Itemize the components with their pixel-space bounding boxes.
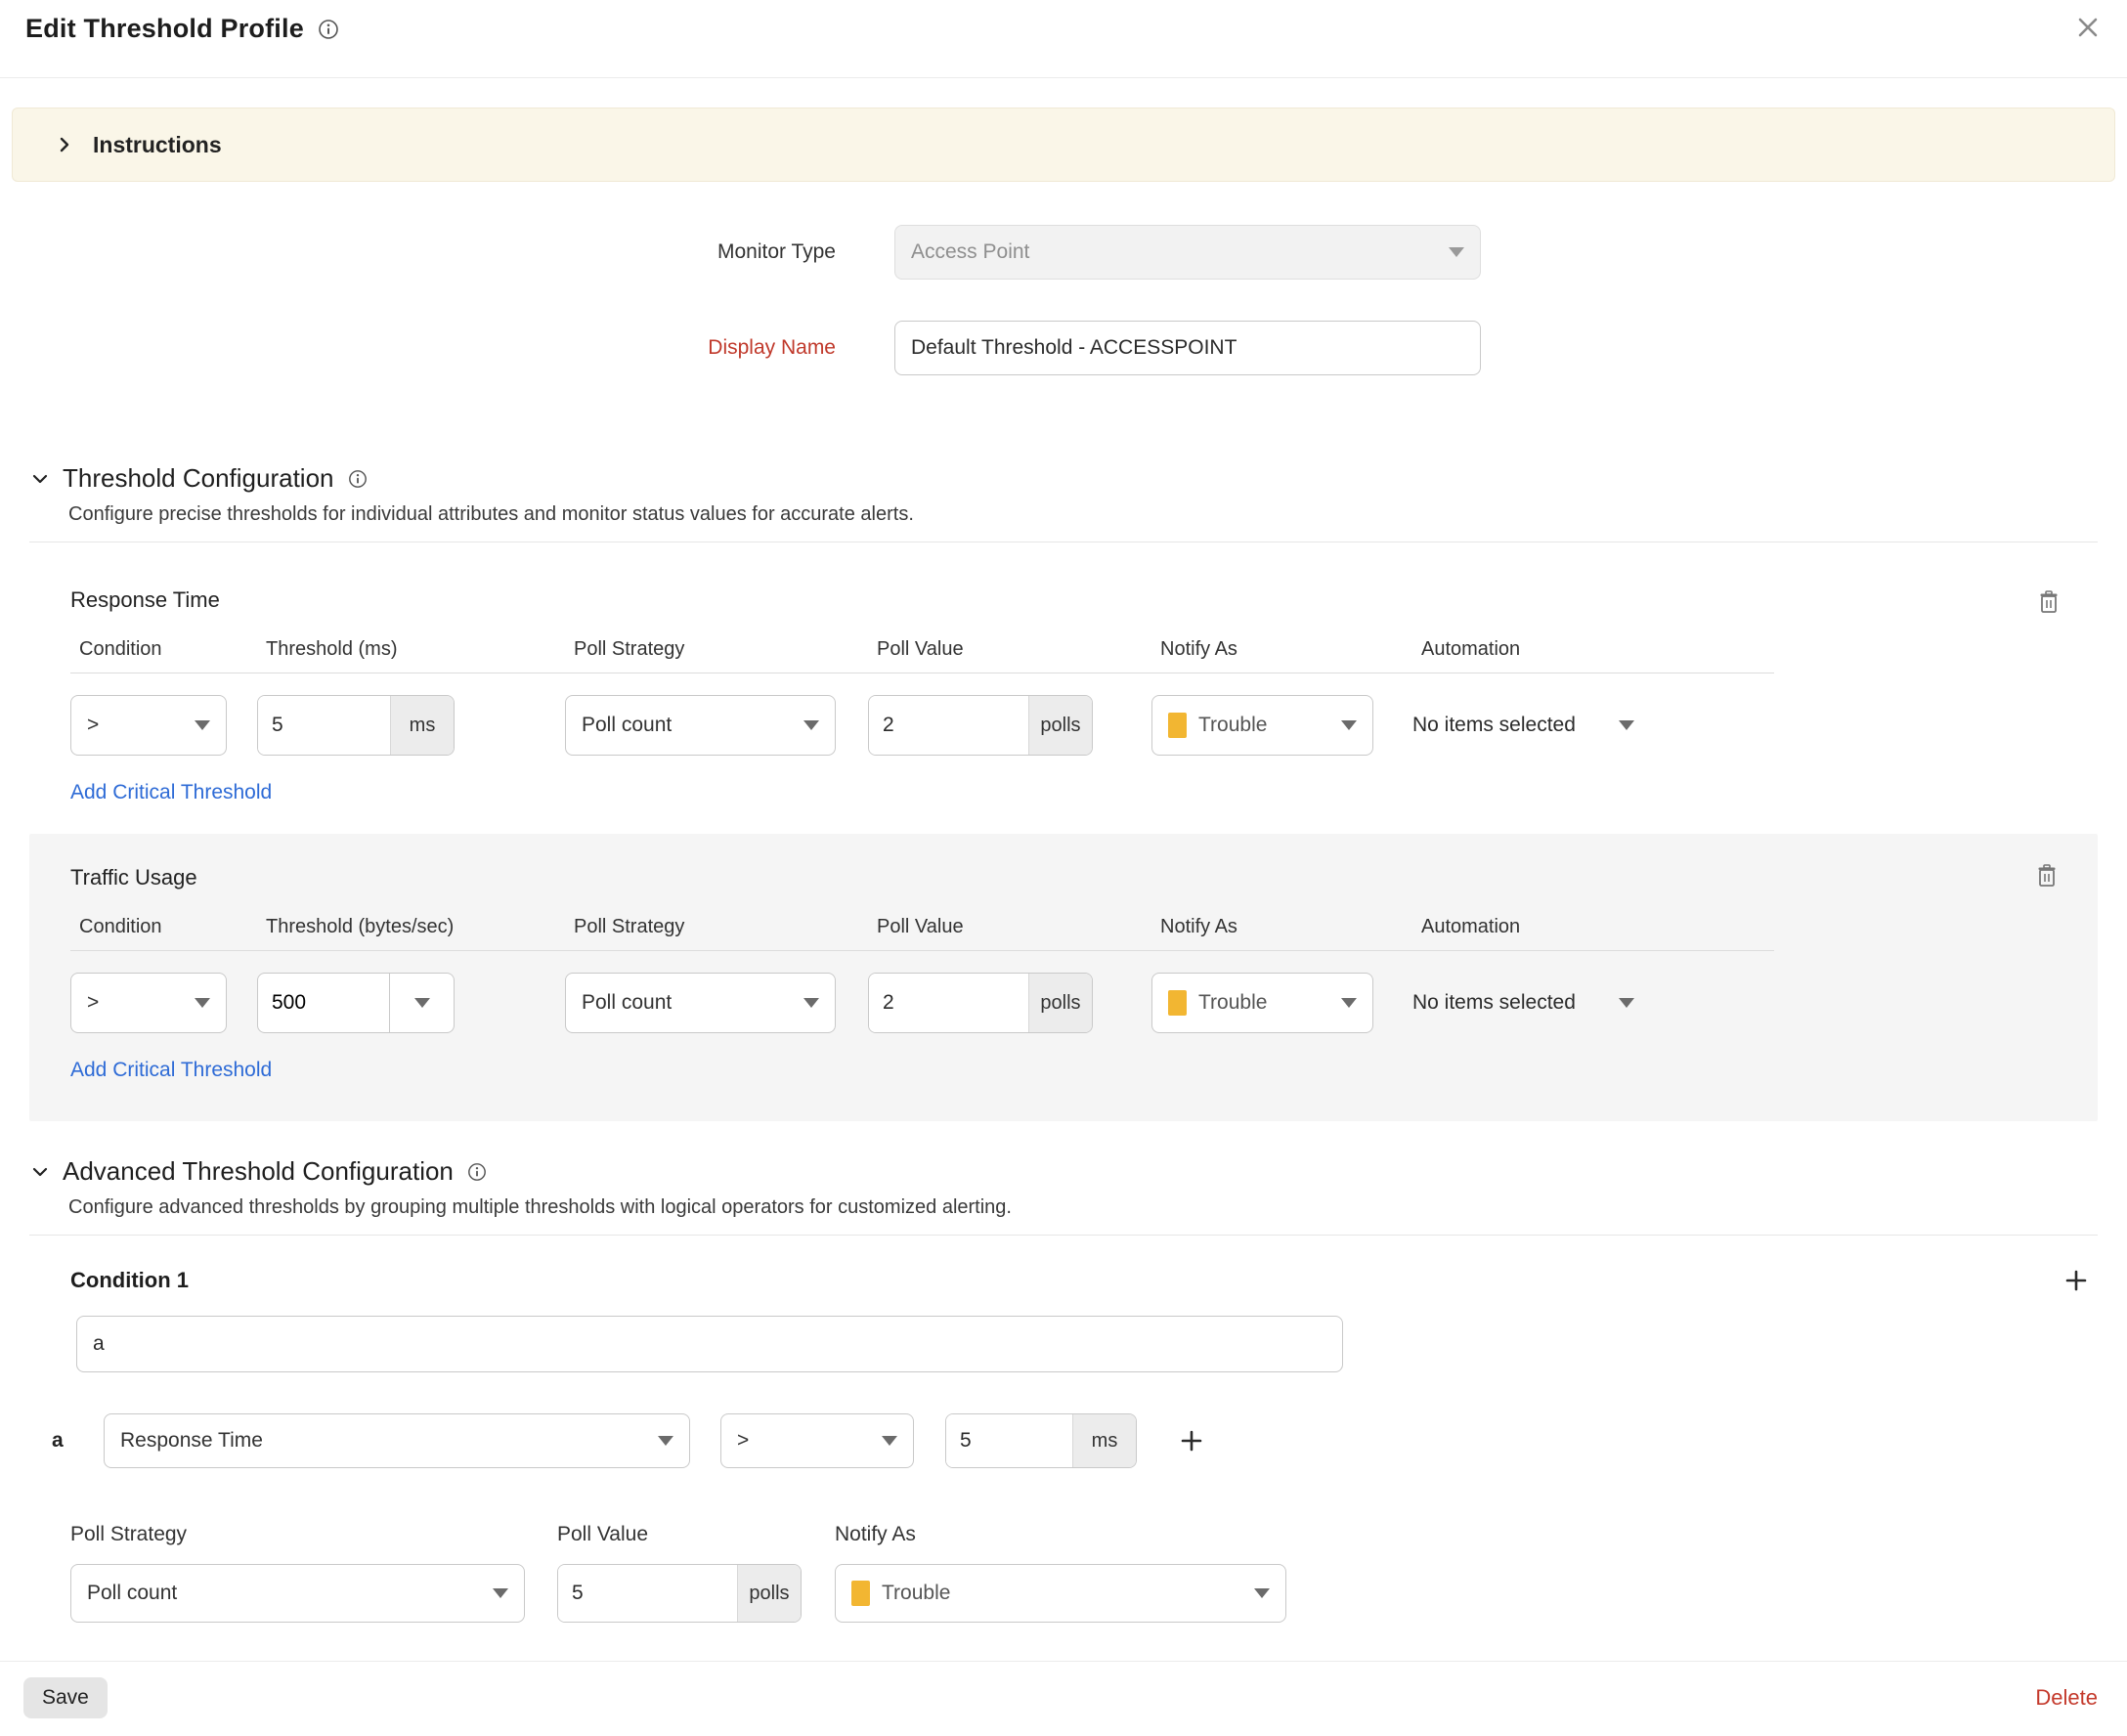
chevron-down-icon [1449, 247, 1464, 257]
poll-value-unit: polls [1028, 696, 1092, 755]
condition-expression-input[interactable] [76, 1316, 1343, 1372]
poll-value-input-group: polls [868, 695, 1093, 756]
rule-value-input[interactable] [946, 1414, 1072, 1467]
threshold-input[interactable] [257, 973, 390, 1033]
poll-value-input[interactable] [558, 1565, 737, 1622]
instructions-toggle[interactable]: Instructions [12, 108, 2115, 182]
page-title: Edit Threshold Profile [25, 14, 304, 44]
add-condition-icon[interactable] [2062, 1267, 2090, 1294]
monitor-type-label: Monitor Type [0, 240, 836, 264]
section-description: Configure precise thresholds for individ… [68, 503, 2098, 526]
poll-value-input[interactable] [869, 974, 1028, 1032]
poll-value-label: Poll Value [557, 1523, 802, 1546]
chevron-down-icon [31, 470, 49, 488]
attribute-name: Response Time [70, 587, 2098, 613]
automation-select[interactable]: No items selected [1412, 973, 1706, 1033]
display-name-label: Display Name [0, 336, 836, 360]
trouble-status-swatch [1168, 713, 1187, 738]
trash-icon[interactable] [2037, 589, 2061, 615]
section-title: Threshold Configuration [63, 463, 334, 494]
rule-value-input-group: ms [945, 1413, 1137, 1468]
rule-value-unit: ms [1072, 1414, 1136, 1467]
chevron-down-icon [195, 720, 210, 730]
chevron-down-icon [414, 998, 430, 1008]
instructions-label: Instructions [93, 132, 222, 158]
trouble-status-swatch [851, 1581, 870, 1606]
poll-value-input-group: polls [557, 1564, 802, 1623]
condition-title: Condition 1 [70, 1268, 189, 1293]
dialog-header: Edit Threshold Profile [0, 0, 2127, 78]
chevron-down-icon [1341, 720, 1357, 730]
notify-as-select[interactable]: Trouble [1151, 973, 1373, 1033]
threshold-input-group: ms [257, 695, 455, 756]
trash-icon[interactable] [2035, 863, 2059, 889]
condition-select[interactable]: > [70, 973, 227, 1033]
delete-link[interactable]: Delete [2035, 1685, 2098, 1711]
divider [29, 1235, 2098, 1236]
advanced-threshold-section: Advanced Threshold Configuration Configu… [29, 1156, 2098, 1623]
threshold-unit-select[interactable] [390, 973, 455, 1033]
section-description: Configure advanced thresholds by groupin… [68, 1196, 2098, 1219]
chevron-right-icon [56, 136, 73, 153]
info-icon[interactable] [467, 1162, 487, 1182]
add-critical-threshold-link[interactable]: Add Critical Threshold [70, 1059, 272, 1082]
chevron-down-icon [1619, 998, 1634, 1008]
chevron-down-icon [803, 998, 819, 1008]
rule-tag: a [52, 1429, 73, 1453]
notify-as-select[interactable]: Trouble [835, 1564, 1286, 1623]
attribute-block-traffic-usage: Traffic Usage Condition Threshold (bytes… [29, 834, 2098, 1121]
section-title: Advanced Threshold Configuration [63, 1156, 454, 1187]
chevron-down-icon [31, 1163, 49, 1181]
dialog-footer: Save Delete [0, 1661, 2127, 1736]
rule-attribute-select[interactable]: Response Time [104, 1413, 690, 1468]
threshold-configuration-section: Threshold Configuration Configure precis… [29, 463, 2098, 1121]
threshold-configuration-toggle[interactable]: Threshold Configuration [31, 463, 2098, 494]
poll-strategy-label: Poll Strategy [70, 1523, 525, 1546]
poll-value-input-group: polls [868, 973, 1093, 1033]
poll-value-unit: polls [737, 1565, 801, 1622]
info-icon[interactable] [318, 19, 339, 40]
profile-form: Monitor Type Access Point Display Name [0, 225, 2127, 375]
chevron-down-icon [1619, 720, 1634, 730]
chevron-down-icon [1254, 1588, 1270, 1598]
notify-as-select[interactable]: Trouble [1151, 695, 1373, 756]
add-rule-icon[interactable] [1178, 1427, 1205, 1454]
poll-strategy-select[interactable]: Poll count [565, 973, 836, 1033]
chevron-down-icon [493, 1588, 508, 1598]
chevron-down-icon [803, 720, 819, 730]
condition-select[interactable]: > [70, 695, 227, 756]
add-critical-threshold-link[interactable]: Add Critical Threshold [70, 781, 272, 804]
chevron-down-icon [195, 998, 210, 1008]
poll-strategy-select[interactable]: Poll count [70, 1564, 525, 1623]
threshold-unit: ms [390, 696, 454, 755]
column-headers: Condition Threshold (ms) Poll Strategy P… [70, 638, 1774, 673]
poll-strategy-select[interactable]: Poll count [565, 695, 836, 756]
attribute-block-response-time: Response Time Condition Threshold (ms) P… [29, 587, 2098, 804]
monitor-type-select[interactable]: Access Point [894, 225, 1481, 280]
close-icon[interactable] [2074, 14, 2102, 41]
display-name-input[interactable] [894, 321, 1481, 375]
automation-select[interactable]: No items selected [1412, 695, 1706, 756]
column-headers: Condition Threshold (bytes/sec) Poll Str… [70, 916, 1774, 951]
trouble-status-swatch [1168, 990, 1187, 1016]
poll-value-input[interactable] [869, 696, 1028, 755]
attribute-name: Traffic Usage [70, 865, 2057, 890]
rule-operator-select[interactable]: > [720, 1413, 914, 1468]
threshold-input-group [257, 973, 455, 1033]
threshold-input[interactable] [258, 696, 390, 755]
notify-as-label: Notify As [835, 1523, 1286, 1546]
chevron-down-icon [658, 1436, 673, 1446]
save-button[interactable]: Save [23, 1677, 108, 1718]
chevron-down-icon [882, 1436, 897, 1446]
info-icon[interactable] [348, 469, 368, 489]
advanced-threshold-toggle[interactable]: Advanced Threshold Configuration [31, 1156, 2098, 1187]
poll-value-unit: polls [1028, 974, 1092, 1032]
chevron-down-icon [1341, 998, 1357, 1008]
rule-row: a Response Time > ms [52, 1413, 2098, 1468]
